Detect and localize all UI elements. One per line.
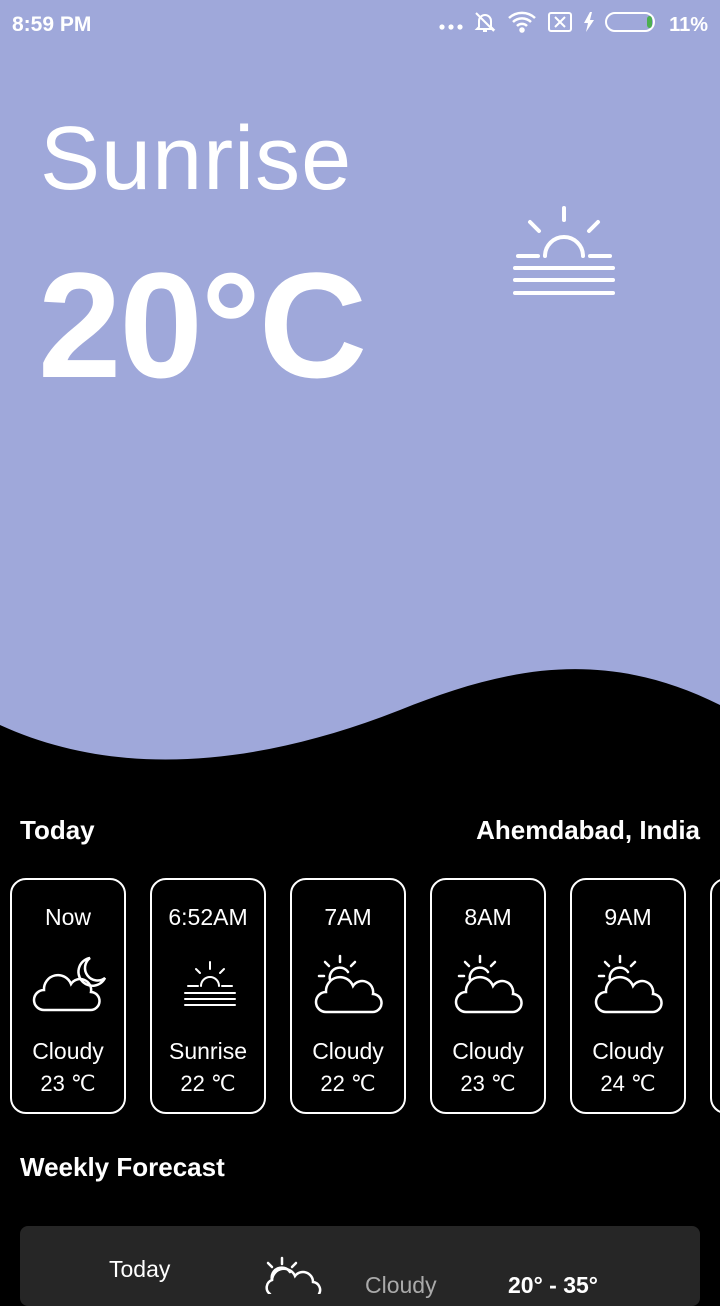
hour-card[interactable]: 9AM Cloudy 24 ℃ [570, 878, 686, 1114]
cloud-sun-icon [314, 954, 383, 1014]
hour-condition: Cloudy [32, 1038, 104, 1064]
hour-temp: 22 ℃ [180, 1071, 236, 1096]
today-label: Today [20, 815, 95, 845]
battery-percent: 11% [669, 13, 708, 36]
hero-temperature: 20°C [38, 241, 367, 409]
weekly-day: Today [109, 1256, 171, 1282]
hour-time: Now [44, 904, 91, 930]
hero-title: Sunrise [40, 109, 353, 209]
wifi-icon [507, 10, 537, 40]
bell-off-icon [473, 10, 497, 40]
weekly-temp-range: 20° - 35° [508, 1272, 599, 1298]
charging-icon [583, 11, 595, 39]
weekly-day-row[interactable]: Today Cloudy 20° - 35° [20, 1226, 700, 1306]
hour-temp: 24 ℃ [600, 1071, 656, 1096]
location-label[interactable]: Ahemdabad, India [476, 815, 700, 846]
battery-icon [605, 11, 659, 39]
sunrise-icon [513, 206, 615, 295]
hourly-forecast-list[interactable]: Now Cloudy 23 ℃ 6:52AM Sunrise 22 ℃ 7AM … [10, 878, 720, 1118]
weekly-condition: Cloudy [365, 1272, 437, 1298]
cloud-sun-icon [265, 1256, 322, 1294]
hour-card[interactable]: 8AM Cloudy 23 ℃ [430, 878, 546, 1114]
sunrise-icon [184, 961, 236, 1006]
hour-time: 8AM [464, 904, 512, 930]
hour-time: 7AM [324, 904, 372, 930]
hour-card[interactable]: 7AM Cloudy 22 ℃ [290, 878, 406, 1114]
cloud-moon-icon [32, 956, 107, 1012]
sim-off-icon [547, 11, 573, 39]
hour-card[interactable]: Now Cloudy 23 ℃ [10, 878, 126, 1114]
hour-temp: 23 ℃ [460, 1071, 516, 1096]
weekly-forecast-title: Weekly Forecast [20, 1152, 225, 1182]
hour-temp: 22 ℃ [320, 1071, 376, 1096]
hour-condition: Cloudy [452, 1038, 524, 1064]
hour-card[interactable]: 6:52AM Sunrise 22 ℃ [150, 878, 266, 1114]
hour-time: 6:52AM [168, 904, 248, 930]
cloud-sun-icon [594, 954, 663, 1014]
hour-temp: 23 ℃ [40, 1071, 96, 1096]
hour-condition: Cloudy [592, 1038, 664, 1064]
wave-divider [0, 669, 720, 800]
hour-condition: Sunrise [169, 1038, 247, 1064]
status-bar: 8:59 PM 11% [0, 0, 720, 50]
hour-card-partial[interactable] [710, 878, 720, 1114]
hour-time: 9AM [604, 904, 652, 930]
cloud-sun-icon [454, 954, 523, 1014]
hour-condition: Cloudy [312, 1038, 384, 1064]
more-dots-icon [439, 13, 463, 37]
status-time: 8:59 PM [12, 13, 92, 36]
